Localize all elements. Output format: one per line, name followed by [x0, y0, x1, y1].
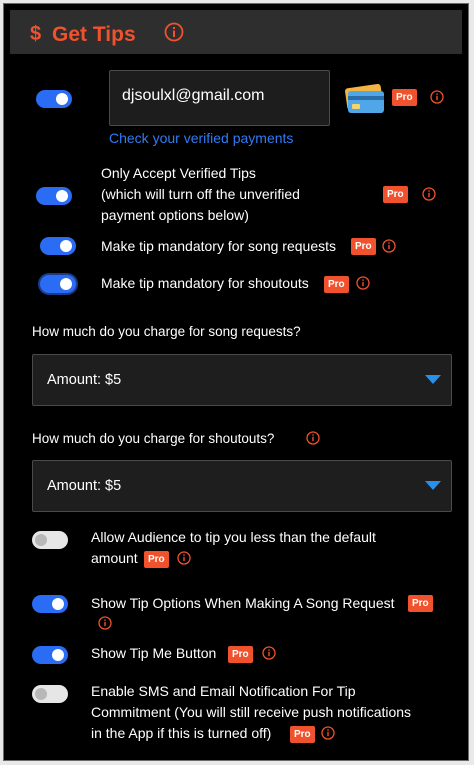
show-tip-me-toggle[interactable]	[32, 646, 68, 664]
pro-badge: Pro	[228, 646, 253, 663]
shoutout-question: How much do you charge for shoutouts?	[32, 431, 275, 446]
mandatory-song-toggle[interactable]	[40, 237, 76, 255]
dollar-icon: $	[30, 23, 42, 45]
sms-email-toggle[interactable]	[32, 685, 68, 703]
shoutout-amount-value: Amount: $5	[47, 478, 122, 494]
info-icon[interactable]	[430, 90, 444, 104]
verified-payments-link[interactable]: Check your verified payments	[109, 130, 293, 146]
page-title: Get Tips	[52, 23, 136, 46]
info-icon[interactable]	[321, 726, 335, 740]
verified-tips-label: Only Accept Verified Tips (which will tu…	[101, 165, 300, 223]
pro-badge: Pro	[392, 89, 417, 106]
show-tip-options-label: Show Tip Options When Making A Song Requ…	[91, 595, 395, 611]
info-icon[interactable]	[98, 616, 112, 630]
info-icon[interactable]	[356, 276, 370, 290]
chevron-down-icon	[425, 375, 441, 384]
pro-badge: Pro	[144, 551, 169, 568]
song-request-question: How much do you charge for song requests…	[32, 324, 301, 339]
pro-badge: Pro	[408, 595, 433, 612]
pro-badge: Pro	[383, 186, 408, 203]
info-icon[interactable]	[177, 551, 191, 565]
get-tips-panel: $ Get Tips Pro Check your verified payme…	[3, 3, 469, 761]
info-icon[interactable]	[306, 431, 320, 445]
info-icon[interactable]	[164, 22, 184, 42]
show-tip-me-label: Show Tip Me Button	[91, 645, 217, 661]
credit-card-icon	[345, 84, 384, 113]
shoutout-amount-select[interactable]: Amount: $5	[32, 460, 452, 512]
info-icon[interactable]	[262, 646, 276, 660]
allow-less-toggle[interactable]	[32, 531, 68, 549]
sms-email-label: Enable SMS and Email Notification For Ti…	[91, 683, 412, 741]
verified-tips-toggle[interactable]	[36, 187, 72, 205]
panel-header: $ Get Tips	[10, 10, 462, 54]
info-icon[interactable]	[382, 239, 396, 253]
info-icon[interactable]	[422, 187, 436, 201]
show-tip-options-toggle[interactable]	[32, 595, 68, 613]
song-request-amount-select[interactable]: Amount: $5	[32, 354, 452, 406]
mandatory-shoutout-label: Make tip mandatory for shoutouts	[101, 275, 309, 291]
payment-toggle[interactable]	[36, 90, 72, 108]
song-request-amount-value: Amount: $5	[47, 372, 122, 388]
pro-badge: Pro	[351, 238, 376, 255]
pro-badge: Pro	[324, 276, 349, 293]
email-field-container	[109, 70, 330, 126]
chevron-down-icon	[425, 481, 441, 490]
mandatory-shoutout-toggle[interactable]	[40, 275, 76, 293]
pro-badge: Pro	[290, 726, 315, 743]
allow-less-label: Allow Audience to tip you less than the …	[91, 529, 376, 566]
mandatory-song-label: Make tip mandatory for song requests	[101, 238, 337, 254]
email-field[interactable]	[122, 87, 322, 105]
